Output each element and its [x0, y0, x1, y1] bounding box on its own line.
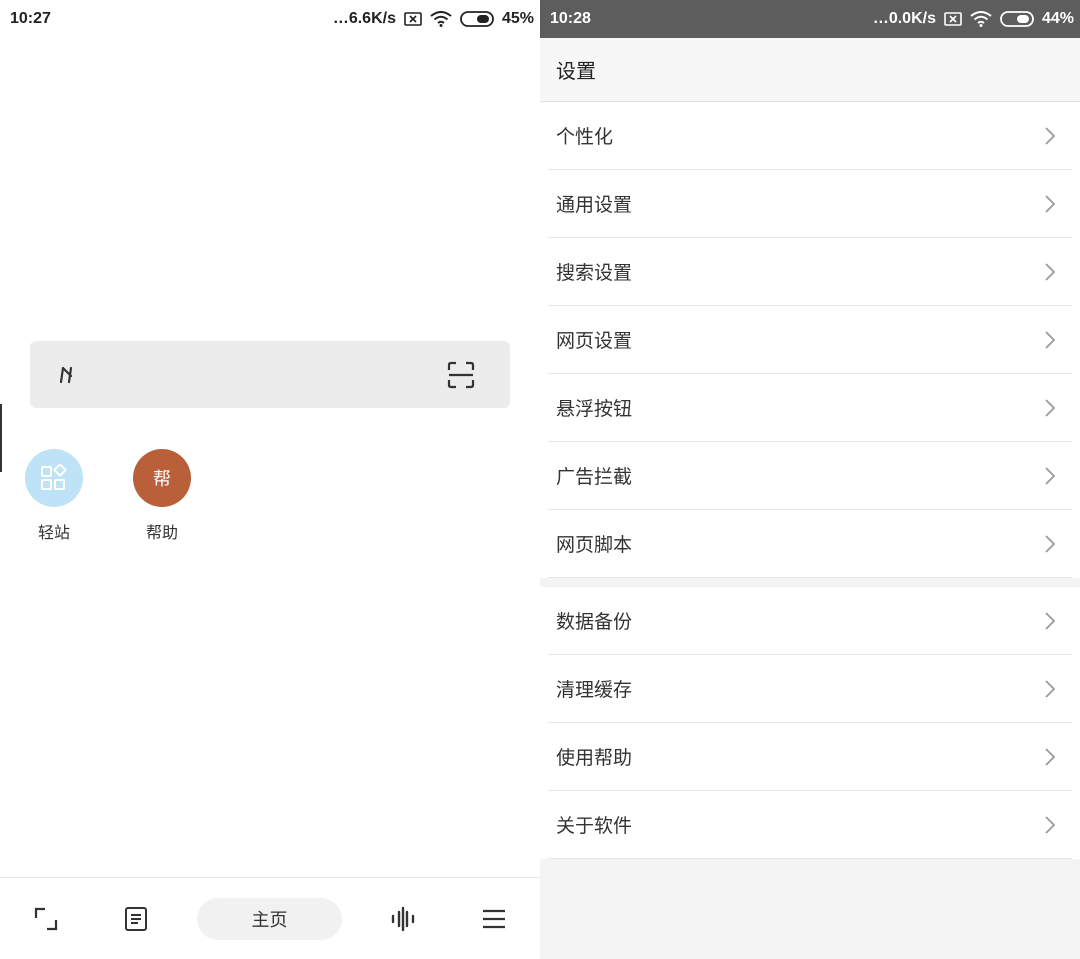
status-bar: 10:27 …6.6K/s 45% [0, 0, 540, 38]
page-title: 设置 [540, 38, 1080, 102]
settings-row[interactable]: 清理缓存 [548, 655, 1072, 723]
chevron-right-icon [1045, 330, 1056, 349]
chevron-right-icon [1045, 466, 1056, 485]
settings-row-label: 悬浮按钮 [556, 398, 633, 420]
h-logo-icon [59, 366, 73, 384]
tabs-corner-icon[interactable] [31, 904, 61, 934]
voice-wave-icon[interactable] [388, 904, 418, 934]
settings-row-label: 网页设置 [556, 330, 633, 352]
settings-row[interactable]: 网页脚本 [548, 510, 1072, 578]
battery-icon [460, 11, 494, 27]
browser-home-screen: 10:27 …6.6K/s 45% 轻站 帮 帮助 主页 [0, 0, 540, 959]
battery-level: 44% [1041, 10, 1074, 27]
settings-row-label: 使用帮助 [556, 747, 633, 769]
settings-row[interactable]: 使用帮助 [548, 723, 1072, 791]
settings-row-label: 数据备份 [556, 611, 633, 633]
chevron-right-icon [1045, 747, 1056, 766]
help-glyph-avatar: 帮 [133, 449, 191, 507]
settings-row[interactable]: 通用设置 [548, 170, 1072, 238]
sim-disabled-icon [404, 12, 422, 26]
settings-row-label: 广告拦截 [556, 466, 633, 488]
bottom-toolbar: 主页 [0, 877, 540, 959]
status-bar: 10:28 …0.0K/s 44% [540, 0, 1080, 38]
settings-screen: 10:28 …0.0K/s 44% 设置 个性化通用设置搜索设置网页设置悬浮按钮… [540, 0, 1080, 959]
home-button[interactable]: 主页 [197, 898, 342, 940]
chevron-right-icon [1045, 815, 1056, 834]
edge-gesture-handle[interactable] [0, 404, 2, 472]
settings-row-label: 搜索设置 [556, 262, 633, 284]
settings-row[interactable]: 网页设置 [548, 306, 1072, 374]
settings-row-label: 通用设置 [556, 194, 633, 216]
network-speed: …6.6K/s [332, 10, 396, 27]
settings-row[interactable]: 广告拦截 [548, 442, 1072, 510]
wifi-icon [970, 11, 992, 27]
chevron-right-icon [1045, 126, 1056, 145]
scan-icon[interactable] [446, 360, 476, 390]
battery-level: 45% [501, 10, 534, 27]
settings-row-label: 网页脚本 [556, 534, 633, 556]
settings-row[interactable]: 个性化 [548, 102, 1072, 170]
shortcut-label: 轻站 [37, 523, 70, 542]
chevron-right-icon [1045, 679, 1056, 698]
status-time: 10:27 [10, 10, 51, 27]
settings-group-main: 个性化通用设置搜索设置网页设置悬浮按钮广告拦截网页脚本 [540, 102, 1080, 578]
settings-row[interactable]: 悬浮按钮 [548, 374, 1072, 442]
chevron-right-icon [1045, 194, 1056, 213]
chevron-right-icon [1045, 398, 1056, 417]
settings-row[interactable]: 数据备份 [548, 587, 1072, 655]
reader-icon[interactable] [121, 904, 151, 934]
battery-icon [1000, 11, 1034, 27]
status-time: 10:28 [550, 10, 591, 27]
search-bar[interactable] [30, 341, 510, 408]
settings-row[interactable]: 关于软件 [548, 791, 1072, 859]
settings-row-label: 关于软件 [556, 815, 633, 837]
settings-row-label: 清理缓存 [556, 679, 633, 701]
settings-row-label: 个性化 [556, 126, 614, 148]
shortcut-help[interactable]: 帮 帮助 [127, 449, 197, 543]
network-speed: …0.0K/s [872, 10, 936, 27]
menu-icon[interactable] [479, 904, 509, 934]
shortcut-label: 帮助 [145, 523, 178, 542]
settings-row[interactable]: 搜索设置 [548, 238, 1072, 306]
sim-disabled-icon [944, 12, 962, 26]
chevron-right-icon [1045, 611, 1056, 630]
settings-group-tools: 数据备份清理缓存使用帮助关于软件 [540, 587, 1080, 859]
grid-apps-icon [25, 449, 83, 507]
wifi-icon [430, 11, 452, 27]
chevron-right-icon [1045, 262, 1056, 281]
shortcut-qingzhan[interactable]: 轻站 [19, 449, 89, 543]
chevron-right-icon [1045, 534, 1056, 553]
